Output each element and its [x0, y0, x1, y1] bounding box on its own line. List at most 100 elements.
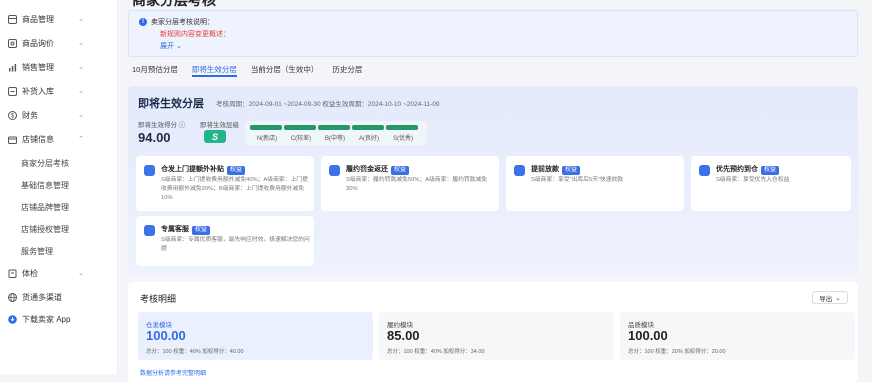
sidebar-item-label: 店铺信息 [22, 134, 54, 144]
benefit-title: 优先预约到仓 权益 [716, 164, 780, 175]
globe-icon [7, 292, 17, 302]
benefit-tag: 权益 [562, 166, 581, 175]
sidebar-item-label: 销售管理 [22, 62, 54, 72]
wallet-icon [514, 165, 525, 176]
grade-level-a: A(良好) [359, 136, 379, 142]
assessment-detail: 考核明细 导出 ⌄ 仓发模块 100.00 总分：100 权重：40% 加权得分：… [128, 282, 858, 382]
grade-bar-s [386, 125, 418, 130]
grade-level-b: B(中等) [325, 136, 345, 142]
benefit-desc: S级商家：享受“出库后5天”快速放款 [531, 177, 624, 183]
download-icon [7, 314, 17, 324]
box-icon [7, 14, 17, 24]
main-content: 商家分层考核 ! 卖家分层考核说明： 新规则内容变更概述： 展开 ⌄ 10月预估… [118, 0, 872, 382]
tag-icon [7, 38, 17, 48]
benefit-title: 履约罚金返还 权益 [346, 164, 410, 175]
tier-tabs: 10月预估分层 即将生效分层 当前分层（生效中） 历史分层 [132, 64, 362, 78]
sidebar-item-label: 补货入库 [22, 86, 54, 96]
sidebar-subitem-basic-info[interactable]: 基础信息管理 [0, 174, 118, 196]
sidebar-item-sales[interactable]: 销售管理 ⌄ [0, 56, 118, 78]
grade-level-c: C(较差) [290, 136, 312, 142]
grade-label: 即将生效层级 [200, 122, 239, 129]
tab-upcoming-tier[interactable]: 即将生效分层 [191, 64, 237, 78]
sidebar-item-products[interactable]: 商品管理 ⌄ [0, 8, 118, 30]
sidebar-subitem-label: 店铺授权管理 [21, 224, 69, 234]
sidebar-item-label: 财务 [22, 110, 38, 120]
benefit-card-pickup-subsidy: 仓发上门提额外补贴 权益 S级商家：上门提收费用额外减免40%；A级商家：上门提收… [136, 156, 314, 211]
export-button[interactable]: 导出 ⌄ [812, 291, 848, 304]
benefit-card-priority-booking: 优先预约到仓 权益 S级商家：享受优先入仓权益 [691, 156, 851, 211]
inbox-icon [7, 86, 17, 96]
module-meta: 总分：100 权重：40% 加权得分：34.00 [387, 349, 485, 355]
sidebar-item-label: 商品询价 [22, 38, 54, 48]
sidebar-subitem-tier-review[interactable]: 商家分层考核 [0, 152, 118, 174]
grade-bar-n [250, 125, 282, 130]
refund-icon [329, 165, 340, 176]
benefit-card-dedicated-support: 专属客服 权益 S级商家：专属优质客服，最先响应时效，极速解决您的问题 [136, 216, 314, 266]
headset-icon [144, 225, 155, 236]
module-card-quality[interactable]: 品质模块 100.00 总分：100 权重：20% 加权得分：20.00 [620, 312, 855, 360]
tier-heading: 即将生效分层 [138, 98, 204, 110]
grade-level-n: N(新店) [256, 136, 278, 142]
benefit-desc: S级商家：享受优先入仓权益 [716, 177, 790, 183]
grade-level-s: S(优秀) [393, 136, 413, 142]
tab-october-estimate[interactable]: 10月预估分层 [132, 64, 178, 78]
benefit-desc: S级商家：上门提收费用额外减免40%；A级商家：上门提收费用额外减免20%；B级… [161, 177, 308, 201]
module-score: 100.00 [628, 328, 668, 343]
sidebar-subitem-brand[interactable]: 店铺品牌管理 [0, 196, 118, 218]
sidebar-item-finance[interactable]: $ 财务 ⌄ [0, 104, 118, 126]
footer-link[interactable]: 数据分析请参考完整明细 [140, 368, 206, 377]
benefit-tag: 权益 [192, 226, 211, 235]
sidebar-item-label: 货通多渠道 [22, 292, 62, 302]
module-score: 85.00 [387, 328, 420, 343]
benefit-tag: 权益 [761, 166, 780, 175]
grade-bar-b [318, 125, 350, 130]
chevron-down-icon: ⌄ [78, 16, 84, 23]
sidebar-item-download-app[interactable]: 下载卖家 App [0, 308, 118, 330]
sidebar-item-restock[interactable]: 补货入库 ⌄ [0, 80, 118, 102]
warehouse-icon [699, 165, 710, 176]
sidebar-item-label: 商品管理 [22, 14, 54, 24]
grade-badge: S [204, 130, 226, 143]
chevron-up-icon: ⌃ [78, 136, 84, 143]
chart-icon [7, 62, 17, 72]
tab-current-tier[interactable]: 当前分层（生效中） [251, 64, 319, 78]
sidebar-item-checkup[interactable]: 体检 ⌄ [0, 262, 118, 284]
page-title: 商家分层考核 [132, 0, 216, 8]
module-meta: 总分：100 权重：20% 加权得分：20.00 [628, 349, 726, 355]
benefit-tag: 权益 [227, 166, 246, 175]
notice-change-summary: 新规则内容变更概述： [160, 31, 230, 38]
chevron-down-icon: ⌄ [78, 270, 84, 277]
module-score: 100.00 [146, 328, 186, 343]
benefit-card-early-payout: 提前放款 权益 S级商家：享受“出库后5天”快速放款 [506, 156, 684, 211]
truck-icon [144, 165, 155, 176]
coin-icon: $ [7, 110, 17, 120]
export-label: 导出 [819, 295, 833, 303]
benefit-title: 专属客服 权益 [161, 224, 211, 235]
module-card-warehouse[interactable]: 仓发模块 100.00 总分：100 权重：40% 加权得分：40.00 [138, 312, 373, 360]
info-icon: ! [139, 18, 147, 26]
chevron-down-icon: ⌄ [835, 294, 841, 302]
tab-history-tier[interactable]: 历史分层 [332, 64, 362, 78]
notice-banner: ! 卖家分层考核说明： 新规则内容变更概述： 展开 ⌄ [128, 10, 858, 57]
detail-heading: 考核明细 [140, 294, 177, 304]
sidebar-item-shop-info[interactable]: 店铺信息 ⌃ [0, 128, 118, 150]
sidebar-subitem-service[interactable]: 服务管理 [0, 240, 118, 262]
notice-title: 卖家分层考核说明： [151, 19, 214, 26]
grade-bar-a [352, 125, 384, 130]
tier-panel: 即将生效分层 考核周期：2024-09-01 ~2024-09-30 权益生效周… [128, 86, 858, 274]
benefit-desc: S级商家：专属优质客服，最先响应时效，极速解决您的问题 [161, 237, 310, 252]
clipboard-icon [7, 268, 17, 278]
sidebar-item-label: 下载卖家 App [22, 314, 71, 324]
module-card-fulfillment[interactable]: 履约模块 85.00 总分：100 权重：40% 加权得分：34.00 [379, 312, 614, 360]
notice-expand-link[interactable]: 展开 ⌄ [160, 41, 182, 51]
module-meta: 总分：100 权重：40% 加权得分：40.00 [146, 349, 244, 355]
sidebar-item-multichannel[interactable]: 货通多渠道 [0, 286, 118, 308]
benefit-card-penalty-refund: 履约罚金返还 权益 S级商家：履约罚款减免50%；A级商家：履约罚款减免30% [321, 156, 499, 211]
chevron-down-icon: ⌄ [78, 88, 84, 95]
sidebar-item-label: 体检 [22, 268, 38, 278]
benefit-desc: S级商家：履约罚款减免50%；A级商家：履约罚款减免30% [346, 177, 488, 192]
sidebar-subitem-authorization[interactable]: 店铺授权管理 [0, 218, 118, 240]
sidebar-subitem-label: 基础信息管理 [21, 180, 69, 190]
chevron-down-icon: ⌄ [78, 40, 84, 47]
sidebar-item-inquiry[interactable]: 商品询价 ⌄ [0, 32, 118, 54]
